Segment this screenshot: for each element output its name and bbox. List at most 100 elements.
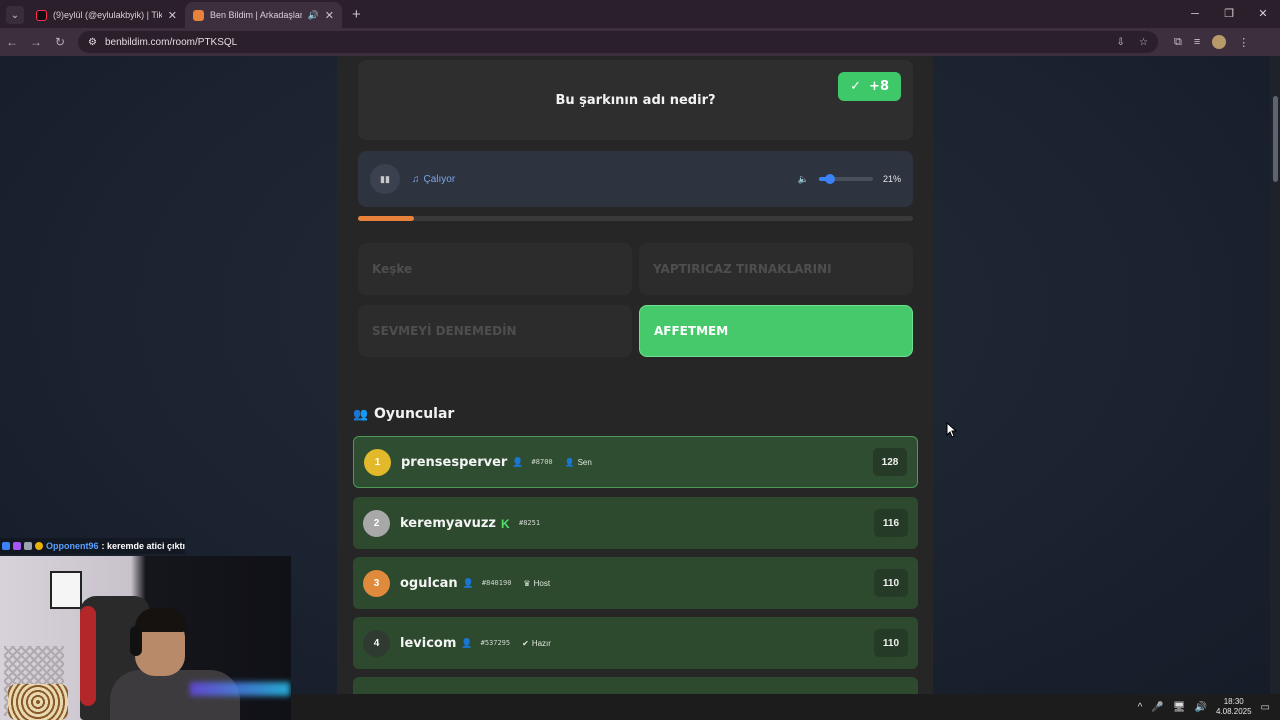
browser-tab-bar: ⌄ (9)eylül (@eylulakbyik) | TikTok ✕ Ben…: [0, 0, 1280, 28]
streamer: [110, 608, 240, 720]
user-icon: 👤: [564, 457, 575, 467]
answer-option-4-correct[interactable]: AFFETMEM: [639, 305, 913, 357]
restore-icon[interactable]: ❐: [1212, 0, 1246, 28]
close-icon[interactable]: ✕: [168, 9, 177, 22]
pause-button[interactable]: ▮▮: [370, 164, 400, 194]
player-row-partial: [353, 677, 918, 694]
window-controls: ─ ❐ ✕: [1178, 0, 1280, 28]
option-label: YAPTIRICAZ TIRNAKLARINI: [653, 262, 832, 276]
tab-search-dropdown[interactable]: ⌄: [6, 6, 24, 24]
stream-chat-line: Opponent96 : keremde atici çıktı: [0, 538, 186, 554]
badge-text: Sen: [577, 457, 592, 467]
reload-icon[interactable]: ↻: [48, 35, 72, 49]
music-note-icon: ♫: [412, 173, 420, 185]
install-app-icon[interactable]: ⇩: [1117, 37, 1125, 48]
playback-status: ♫ Çalıyor: [412, 174, 455, 185]
volume-knob[interactable]: [825, 174, 836, 184]
menu-icon[interactable]: ⋮: [1238, 36, 1249, 49]
chat-message: : keremde atici çıktı: [101, 541, 186, 551]
option-label: AFFETMEM: [654, 324, 729, 338]
new-tab-button[interactable]: +: [352, 6, 361, 23]
address-toolbar: ← → ↻ ⚙ benbildim.com/room/PTKSQL ⇩ ☆ ⧉ …: [0, 28, 1280, 56]
user-icon: 👤: [462, 577, 474, 588]
microphone-icon[interactable]: 🎤: [1151, 702, 1163, 713]
url-bar[interactable]: ⚙ benbildim.com/room/PTKSQL ⇩ ☆: [78, 31, 1158, 53]
close-icon[interactable]: ✕: [325, 9, 334, 22]
player-name: levicom: [400, 635, 457, 651]
speaker-icon[interactable]: 🔊: [308, 10, 319, 21]
option-label: SEVMEYİ DENEMEDİN: [372, 324, 517, 338]
speaker-icon[interactable]: 🔊: [1195, 702, 1207, 713]
url-text: benbildim.com/room/PTKSQL: [104, 36, 238, 48]
check-circle-icon: ✔: [522, 638, 529, 648]
badge-icon: [35, 542, 43, 550]
volume-control: 🔈 21%: [798, 174, 901, 185]
rank-badge: 2: [363, 509, 390, 537]
clock[interactable]: 18:30 4.08.2025: [1216, 697, 1252, 717]
check-icon: ✓: [850, 79, 862, 94]
scrollbar-thumb[interactable]: [1273, 96, 1278, 182]
clock-date: 4.08.2025: [1215, 707, 1252, 716]
media-control-icon[interactable]: ≡: [1194, 36, 1200, 48]
back-icon[interactable]: ←: [0, 35, 24, 49]
bookmark-star-icon[interactable]: ☆: [1139, 37, 1148, 48]
player-row: 1 prensesperver 👤 #8700 👤 Sen 128: [353, 436, 918, 488]
notifications-icon[interactable]: ▭: [1261, 702, 1270, 713]
player-name: prensesperver: [401, 454, 508, 470]
clock-time: 18:30: [1223, 697, 1244, 706]
forward-icon[interactable]: →: [24, 35, 48, 49]
rgb-light: [190, 682, 290, 696]
you-badge: 👤 Sen: [565, 458, 592, 467]
player-row: 4 levicom 👤 #537295 ✔ Hazır 110: [353, 617, 918, 669]
taskbar: ^ 🎤 🖥 🔊 18:30 4.08.2025 ▭: [291, 694, 1280, 720]
page-scrollbar[interactable]: [1270, 56, 1280, 694]
song-progress-bar: [358, 216, 913, 221]
benbildim-icon: [193, 9, 204, 21]
chevron-up-icon[interactable]: ^: [1138, 702, 1143, 713]
tab-title: (9)eylül (@eylulakbyik) | TikTok: [53, 10, 162, 20]
volume-value: 21%: [882, 174, 901, 184]
host-badge: ♛ Host: [523, 579, 550, 588]
kick-icon: K: [501, 517, 510, 531]
mouse-cursor-icon: [946, 422, 958, 438]
site-info-icon[interactable]: ⚙: [88, 37, 97, 48]
crown-icon: ♛: [523, 578, 531, 588]
close-window-icon[interactable]: ✕: [1246, 0, 1280, 28]
wall-poster: [50, 571, 82, 609]
question-text: Bu şarkının adı nedir?: [555, 92, 716, 108]
player-row: 3 ogulcan 👤 #840190 ♛ Host 110: [353, 557, 918, 609]
minimize-icon[interactable]: ─: [1178, 0, 1212, 28]
answer-option-3[interactable]: SEVMEYİ DENEMEDİN: [358, 305, 632, 357]
player-tag: #8700: [531, 458, 553, 466]
tab-benbildim[interactable]: Ben Bildim | Arkadaşlarınla 🔊 ✕: [185, 2, 342, 28]
rank-badge: 3: [363, 569, 390, 597]
player-score: 116: [874, 509, 908, 537]
player-tag: #8251: [519, 519, 541, 527]
volume-icon[interactable]: 🔈: [798, 174, 809, 185]
tab-tiktok[interactable]: (9)eylül (@eylulakbyik) | TikTok ✕: [28, 2, 185, 28]
badge-text: Host: [533, 578, 551, 588]
webcam-feed: [0, 556, 291, 720]
players-title-text: Oyuncular: [373, 406, 455, 422]
tab-title: Ben Bildim | Arkadaşlarınla: [210, 10, 302, 20]
audio-player: ▮▮ ♫ Çalıyor 🔈 21%: [358, 151, 913, 207]
player-score: 110: [874, 569, 908, 597]
players-heading: 👥 Oyuncular: [353, 406, 454, 422]
user-icon: 👤: [512, 456, 524, 467]
badge-icon: [2, 542, 10, 550]
ready-badge: ✔ Hazır: [522, 639, 551, 648]
points-badge: ✓ +8: [838, 72, 901, 101]
player-tag: #840190: [481, 579, 512, 587]
extensions-icon[interactable]: ⧉: [1174, 36, 1182, 49]
answer-option-2[interactable]: YAPTIRICAZ TIRNAKLARINI: [639, 243, 913, 295]
pillow: [8, 684, 68, 720]
profile-avatar[interactable]: [1212, 35, 1227, 49]
answer-option-1[interactable]: Keşke: [358, 243, 632, 295]
network-icon[interactable]: 🖥: [1173, 702, 1186, 713]
player-score: 128: [873, 448, 907, 476]
badge-icon: [24, 542, 32, 550]
player-row: 2 keremyavuzz K #8251 116: [353, 497, 918, 549]
player-score: 110: [874, 629, 908, 657]
volume-slider[interactable]: [818, 174, 873, 184]
player-name: keremyavuzz: [400, 515, 496, 531]
